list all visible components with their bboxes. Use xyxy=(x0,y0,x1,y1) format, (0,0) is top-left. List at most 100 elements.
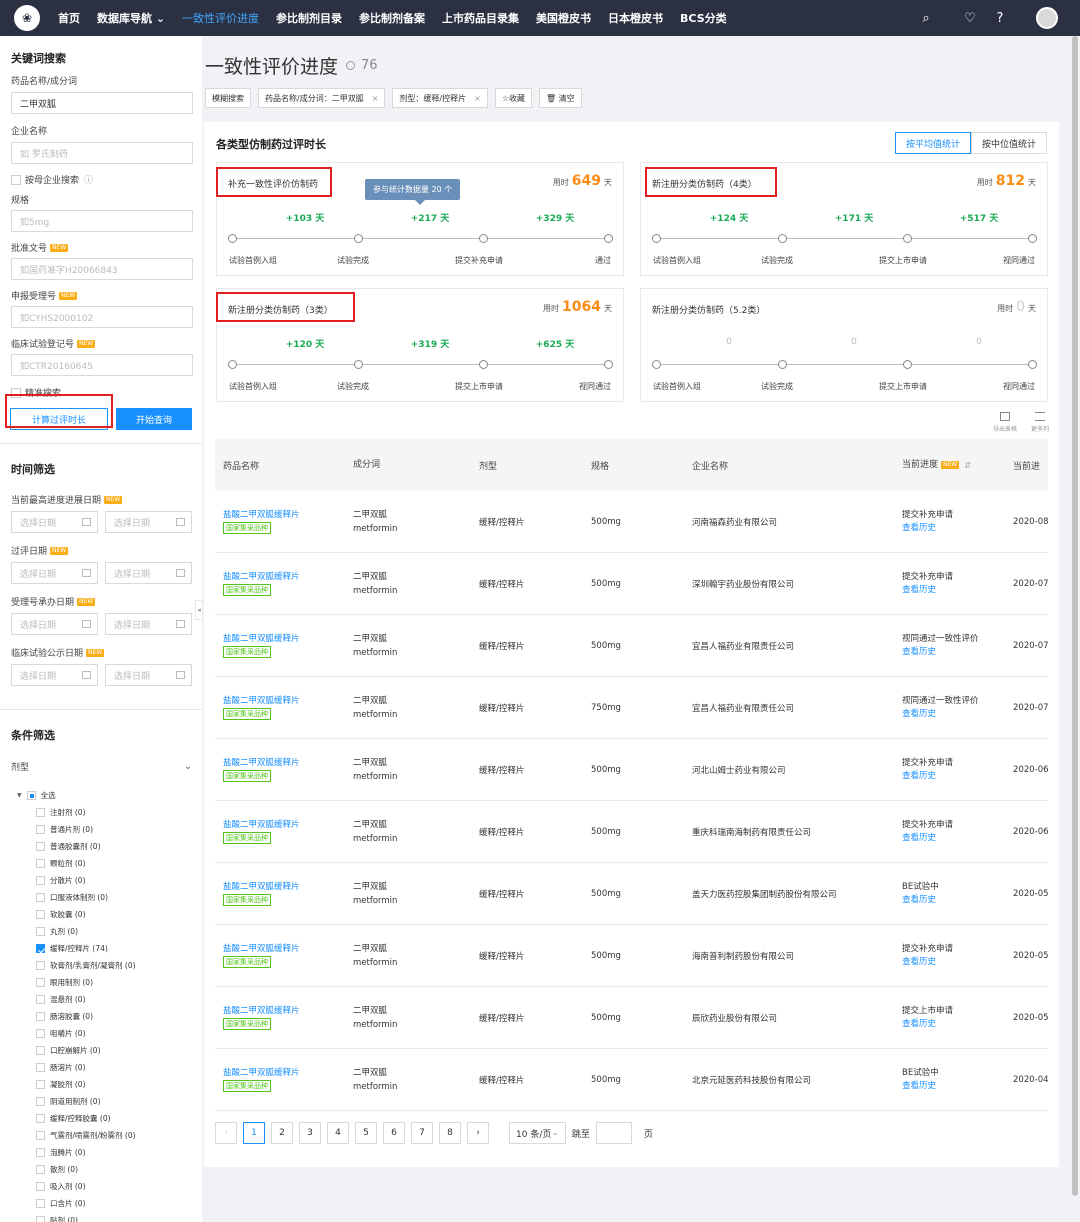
select-all-checkbox[interactable] xyxy=(26,791,36,800)
dosage-checkbox[interactable] xyxy=(36,1131,45,1140)
dosage-checkbox[interactable] xyxy=(36,1216,45,1222)
dosage-checkbox[interactable] xyxy=(36,1165,45,1174)
filter-chip[interactable]: 药品名称/成分词：二甲双胍 × xyxy=(258,88,386,108)
dosage-item[interactable]: 肠溶片 (0) xyxy=(36,1059,192,1076)
dosage-item[interactable]: 吸入剂 (0) xyxy=(36,1178,192,1195)
dosage-checkbox[interactable] xyxy=(36,876,45,885)
page-button[interactable]: 6 xyxy=(383,1122,405,1144)
dosage-item[interactable]: 凝胶剂 (0) xyxy=(36,1076,192,1093)
date-picker[interactable]: 选择日期 xyxy=(11,562,98,584)
start-search-button[interactable]: 开始查询 xyxy=(116,408,192,430)
dosage-item[interactable]: 散剂 (0) xyxy=(36,1161,192,1178)
filter-chip[interactable]: 剂型：缓释/控释片 × xyxy=(392,88,488,108)
approval-input[interactable]: 如国药准字H20066843 xyxy=(11,258,193,280)
prev-page-button[interactable]: ‹ xyxy=(215,1122,237,1144)
company-input[interactable]: 如 罗氏制药 xyxy=(11,142,193,164)
dosage-checkbox[interactable] xyxy=(36,825,45,834)
dosage-item[interactable]: 丸剂 (0) xyxy=(36,923,192,940)
by-company-checkbox[interactable] xyxy=(11,174,21,185)
drug-name-link[interactable]: 盐酸二甲双胍缓释片 xyxy=(223,571,323,583)
chevron-down-icon[interactable]: ⌄ xyxy=(184,761,192,772)
dosage-checkbox[interactable] xyxy=(36,859,45,868)
dosage-item[interactable]: 软胶囊 (0) xyxy=(36,906,192,923)
dosage-item[interactable]: 眼用制剂 (0) xyxy=(36,974,192,991)
view-history-link[interactable]: 查看历史 xyxy=(902,584,1006,597)
sort-icon[interactable]: ⇵ xyxy=(964,459,971,472)
dosage-header[interactable]: 剂型 ⌄ xyxy=(11,760,192,773)
dosage-checkbox[interactable] xyxy=(36,910,45,919)
dosage-item[interactable]: 泡腾片 (0) xyxy=(36,1144,192,1161)
info-icon[interactable]: ⓘ xyxy=(84,173,93,186)
caret-down-icon[interactable]: ▼ xyxy=(17,792,22,799)
dosage-checkbox[interactable] xyxy=(36,1199,45,1208)
dosage-item[interactable]: 咀嚼片 (0) xyxy=(36,1025,192,1042)
dosage-checkbox[interactable] xyxy=(36,1114,45,1123)
date-picker[interactable]: 选择日期 xyxy=(105,664,192,686)
dosage-item[interactable]: 普通胶囊剂 (0) xyxy=(36,838,192,855)
dosage-checkbox[interactable] xyxy=(36,944,45,953)
filter-chip[interactable]: 🗑 清空 xyxy=(538,88,582,108)
dosage-checkbox[interactable] xyxy=(36,842,45,851)
nav-item[interactable]: 首页 xyxy=(58,10,80,26)
dosage-checkbox[interactable] xyxy=(36,1063,45,1072)
view-history-link[interactable]: 查看历史 xyxy=(902,770,1006,783)
dosage-item[interactable]: 混悬剂 (0) xyxy=(36,991,192,1008)
export-table-button[interactable]: 导出表格 xyxy=(993,412,1017,433)
drug-name-link[interactable]: 盐酸二甲双胍缓释片 xyxy=(223,695,323,707)
dosage-item[interactable]: 分散片 (0) xyxy=(36,872,192,889)
dosage-checkbox[interactable] xyxy=(36,1029,45,1038)
dosage-item[interactable]: 颗粒剂 (0) xyxy=(36,855,192,872)
nav-item[interactable]: 参比制剂目录 xyxy=(276,10,342,26)
dosage-checkbox[interactable] xyxy=(36,978,45,987)
drug-name-link[interactable]: 盐酸二甲双胍缓释片 xyxy=(223,943,323,955)
close-icon[interactable]: × xyxy=(474,94,481,103)
more-columns-button[interactable]: 更多列 xyxy=(1031,412,1049,433)
search-icon[interactable]: ⌕ xyxy=(914,11,938,26)
drug-name-link[interactable]: 盐酸二甲双胍缓释片 xyxy=(223,633,323,645)
page-button[interactable]: 2 xyxy=(271,1122,293,1144)
dosage-checkbox[interactable] xyxy=(36,808,45,817)
nav-item[interactable]: 日本橙皮书 xyxy=(608,10,663,26)
page-button[interactable]: 4 xyxy=(327,1122,349,1144)
view-history-link[interactable]: 查看历史 xyxy=(902,956,1006,969)
drug-name-link[interactable]: 盐酸二甲双胍缓释片 xyxy=(223,881,323,893)
spec-input[interactable]: 如5mg xyxy=(11,210,193,232)
by-company-row[interactable]: 按母企业搜索 ⓘ xyxy=(11,173,192,186)
drug-name-link[interactable]: 盐酸二甲双胍缓释片 xyxy=(223,509,323,521)
date-picker[interactable]: 选择日期 xyxy=(105,511,192,533)
trial-input[interactable]: 如CTR20160645 xyxy=(11,354,193,376)
view-history-link[interactable]: 查看历史 xyxy=(902,1018,1006,1031)
nav-item[interactable]: 参比制剂备案 xyxy=(359,10,425,26)
dosage-checkbox[interactable] xyxy=(36,961,45,970)
view-history-link[interactable]: 查看历史 xyxy=(902,522,1006,535)
app-logo[interactable]: ❀ xyxy=(14,5,40,31)
dosage-item[interactable]: 注射剂 (0) xyxy=(36,804,192,821)
dosage-item[interactable]: 缓释/控释胶囊 (0) xyxy=(36,1110,192,1127)
dosage-item[interactable]: 软膏剂/乳膏剂/凝膏剂 (0) xyxy=(36,957,192,974)
view-history-link[interactable]: 查看历史 xyxy=(902,646,1006,659)
col-progress[interactable]: 当前进度 NEW ⇵ xyxy=(902,439,1006,491)
drug-name-link[interactable]: 盐酸二甲双胍缓释片 xyxy=(223,757,323,769)
page-button[interactable]: 7 xyxy=(411,1122,433,1144)
dosage-item[interactable]: 口服液体制剂 (0) xyxy=(36,889,192,906)
dosage-item[interactable]: 贴剂 (0) xyxy=(36,1212,192,1222)
jump-input[interactable] xyxy=(595,1122,632,1144)
dosage-item[interactable]: 普通片剂 (0) xyxy=(36,821,192,838)
page-button[interactable]: 1 xyxy=(243,1122,265,1144)
toggle-average[interactable]: 按平均值统计 xyxy=(894,132,971,154)
dosage-checkbox[interactable] xyxy=(36,1012,45,1021)
accept-input[interactable]: 如CYHS2000102 xyxy=(11,306,193,328)
drug-name-link[interactable]: 盐酸二甲双胍缓释片 xyxy=(223,819,323,831)
view-history-link[interactable]: 查看历史 xyxy=(902,894,1006,907)
collapse-sidebar-icon[interactable]: ◂ xyxy=(195,600,203,620)
filter-chip[interactable]: 模糊搜索 xyxy=(205,88,251,108)
drug-name-link[interactable]: 盐酸二甲双胍缓释片 xyxy=(223,1067,323,1079)
dosage-item[interactable]: 气雾剂/喷雾剂/粉雾剂 (0) xyxy=(36,1127,192,1144)
dosage-item[interactable]: 缓释/控释片 (74) xyxy=(36,940,192,957)
next-page-button[interactable]: › xyxy=(467,1122,489,1144)
page-scrollbar[interactable] xyxy=(1072,36,1078,1196)
dosage-checkbox[interactable] xyxy=(36,1080,45,1089)
date-picker[interactable]: 选择日期 xyxy=(105,562,192,584)
view-history-link[interactable]: 查看历史 xyxy=(902,832,1006,845)
select-all-item[interactable]: ▼ 全选 xyxy=(17,787,192,804)
